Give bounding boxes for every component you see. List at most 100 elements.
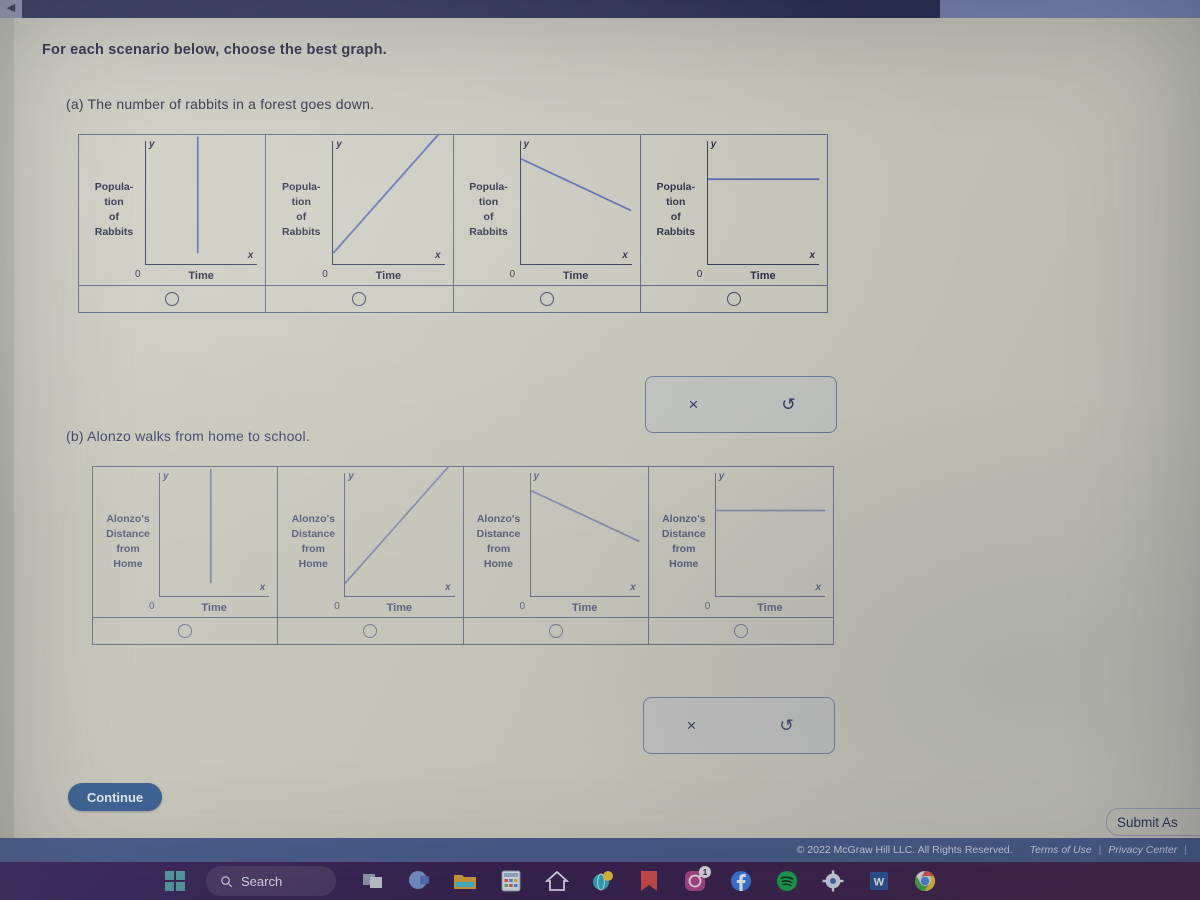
clear-icon[interactable]: ×: [672, 716, 712, 736]
word-icon: W: [870, 872, 888, 890]
y-axis-label-line: of: [109, 211, 119, 223]
radio-button[interactable]: [733, 624, 748, 638]
chrome-button[interactable]: [910, 866, 940, 896]
option-b-3[interactable]: Alonzo's Distance from Home y x 0 Time: [463, 467, 649, 644]
option-a-3-radio-row[interactable]: [453, 285, 640, 312]
back-arrow-icon[interactable]: ◀: [4, 1, 18, 15]
undo-icon[interactable]: ↺: [769, 395, 809, 415]
undo-icon[interactable]: ↺: [767, 716, 807, 736]
browser-top-strip: ◀: [0, 0, 1200, 18]
footer-separator: |: [1184, 844, 1187, 856]
option-a-3[interactable]: Popula- tion of Rabbits y x 0 Time: [453, 135, 641, 312]
browser-button[interactable]: [588, 866, 618, 896]
file-explorer-button[interactable]: [450, 866, 480, 896]
option-b-2[interactable]: Alonzo's Distance from Home y x 0 Time: [278, 465, 464, 644]
submit-assignment-button[interactable]: Submit As: [1106, 808, 1200, 836]
radio-button[interactable]: [352, 292, 367, 306]
mail-button[interactable]: [634, 866, 664, 896]
y-axis-label-line: Rabbits: [469, 226, 508, 238]
y-axis-label: Alonzo's Distance from Home: [278, 467, 344, 617]
copyright-text: © 2022 McGraw Hill LLC. All Rights Reser…: [796, 844, 1013, 856]
radio-button[interactable]: [363, 624, 378, 638]
chrome-icon: [914, 870, 936, 892]
instagram-button[interactable]: 1: [680, 866, 711, 896]
option-b-3-radio-row[interactable]: [463, 617, 648, 644]
x-axis-label: Time: [757, 602, 783, 614]
y-axis-label-line: Home: [298, 558, 328, 570]
option-a-1[interactable]: Popula- tion of Rabbits y x 0 Time: [79, 135, 267, 312]
plot-area: y x 0 Time: [705, 471, 825, 614]
option-b-2-radio-row[interactable]: [278, 617, 463, 644]
window-left-rail: [0, 18, 14, 858]
part-b-tool-panel: × ↺: [643, 697, 835, 754]
y-axis-label-line: from: [486, 543, 511, 555]
y-axis-label: Popula- tion of Rabbits: [454, 135, 520, 285]
origin-label: 0: [135, 269, 141, 280]
y-axis-label-line: tion: [478, 196, 499, 208]
y-axis-label-line: Distance: [476, 528, 521, 540]
option-b-4[interactable]: Alonzo's Distance from Home y x 0 Time: [648, 467, 833, 644]
task-view-button[interactable]: [358, 866, 388, 896]
y-axis-label-line: of: [483, 211, 494, 223]
origin-label: 0: [322, 269, 328, 280]
page-title: For each scenario below, choose the best…: [42, 42, 387, 58]
word-button[interactable]: W: [864, 866, 894, 896]
x-axis-label: Time: [562, 270, 589, 282]
spotify-button[interactable]: [772, 866, 802, 896]
plot-area: y x 0 Time: [149, 468, 270, 614]
browser-tab-strip-right: [940, 0, 1200, 18]
option-b-1-radio-row[interactable]: [93, 617, 278, 644]
option-a-1-radio-row[interactable]: [79, 285, 266, 312]
globe-icon: [593, 871, 613, 891]
plot-area: y x 0 Time: [334, 465, 455, 614]
x-axis-label: Time: [375, 270, 402, 282]
y-axis-label-line: Rabbits: [94, 226, 134, 238]
y-axis-label-line: Distance: [661, 528, 706, 540]
option-a-2[interactable]: Popula- tion of Rabbits y x 0 Time: [266, 133, 454, 312]
option-a-4[interactable]: Popula- tion of Rabbits y x 0 Time: [640, 135, 827, 312]
privacy-center-link[interactable]: Privacy Center: [1108, 844, 1177, 856]
option-a-4-radio-row[interactable]: [640, 285, 827, 312]
radio-button[interactable]: [726, 292, 741, 306]
search-icon: [221, 875, 233, 887]
settings-button[interactable]: [818, 866, 848, 896]
y-axis-label-line: Rabbits: [281, 226, 321, 238]
option-b-4-radio-row[interactable]: [648, 617, 833, 644]
footer-separator: |: [1098, 844, 1102, 856]
terms-of-use-link[interactable]: Terms of Use: [1030, 844, 1092, 856]
clear-icon[interactable]: ×: [674, 395, 714, 415]
part-a-label: (a) The number of rabbits in a forest go…: [66, 96, 375, 112]
plot-area: y x 0 Time: [697, 139, 819, 282]
option-b-1[interactable]: Alonzo's Distance from Home y x 0 Time: [93, 467, 279, 644]
teams-button[interactable]: [404, 866, 434, 896]
continue-button[interactable]: Continue: [68, 783, 162, 811]
radio-button[interactable]: [539, 292, 554, 306]
x-axis-tick: x: [815, 582, 821, 593]
y-axis-label-line: Popula-: [656, 181, 696, 193]
home-app-button[interactable]: [542, 866, 572, 896]
radio-button[interactable]: [178, 624, 193, 638]
spotify-icon: [777, 871, 797, 891]
x-axis: [159, 596, 270, 597]
facebook-button[interactable]: [726, 866, 756, 896]
y-axis-label-line: Home: [669, 558, 699, 570]
y-axis-label-line: from: [301, 543, 325, 555]
x-axis-label: Time: [188, 270, 214, 282]
facebook-icon: [731, 871, 751, 891]
y-axis-label-line: Distance: [106, 528, 150, 540]
x-axis-label: Time: [386, 602, 413, 614]
mail-icon: [641, 871, 657, 891]
curve-vertical-line: [196, 136, 199, 254]
start-button[interactable]: [160, 866, 190, 896]
option-a-2-radio-row[interactable]: [266, 285, 453, 312]
origin-label: 0: [519, 601, 526, 612]
origin-label: 0: [334, 601, 340, 612]
calculator-button[interactable]: [496, 866, 526, 896]
radio-button[interactable]: [165, 292, 180, 306]
radio-button[interactable]: [548, 624, 563, 638]
y-axis-label-line: Popula-: [282, 181, 321, 193]
curve-horizontal-line: [707, 178, 819, 181]
y-axis-label-line: Alonzo's: [106, 513, 150, 525]
y-axis-label-line: Distance: [291, 528, 336, 540]
search-box[interactable]: Search: [206, 866, 336, 896]
